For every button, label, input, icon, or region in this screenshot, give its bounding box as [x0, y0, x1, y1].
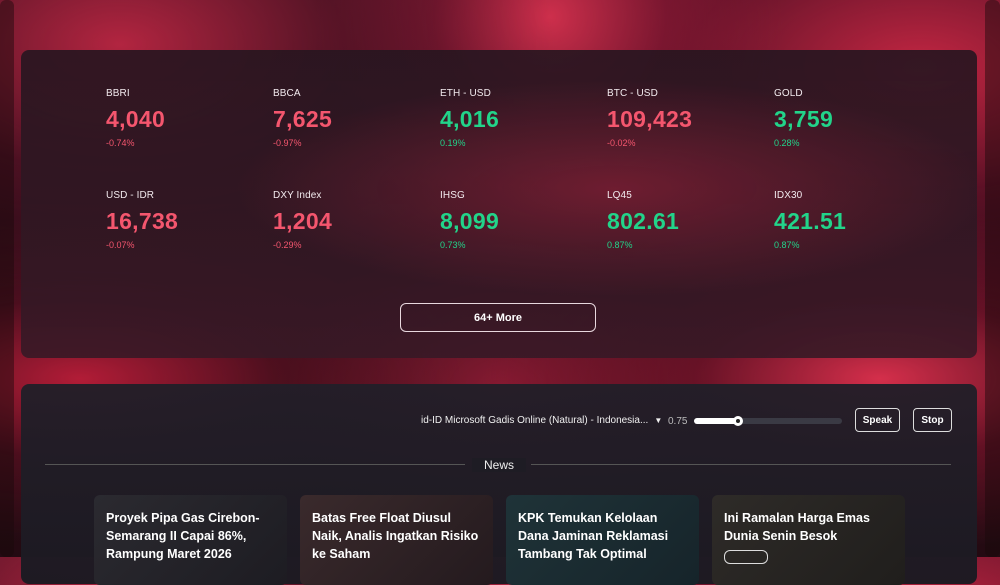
ticker-change: -0.29% [273, 240, 302, 250]
ticker-change: -0.97% [273, 138, 302, 148]
ticker-change: -0.02% [607, 138, 636, 148]
slider-fill [694, 418, 739, 424]
speak-button[interactable]: Speak [855, 408, 900, 432]
ticker-symbol: BBCA [273, 88, 301, 99]
more-tickers-button[interactable]: 64+ More [400, 303, 596, 332]
news-card-badge [724, 550, 768, 564]
ticker-change: -0.07% [106, 240, 135, 250]
ticker-card: ETH - USD 4,016 0.19% [440, 88, 590, 148]
news-card[interactable]: Batas Free Float Diusul Naik, Analis Ing… [300, 495, 493, 585]
ticker-symbol: DXY Index [273, 190, 322, 201]
ticker-card: GOLD 3,759 0.28% [774, 88, 924, 148]
background-tree-trunk [0, 0, 14, 557]
news-card-title: Proyek Pipa Gas Cirebon-Semarang II Capa… [106, 511, 260, 561]
ticker-price: 16,738 [106, 208, 179, 234]
slider-thumb[interactable] [733, 416, 744, 426]
news-card[interactable]: KPK Temukan Kelolaan Dana Jaminan Reklam… [506, 495, 699, 585]
ticker-card: BTC - USD 109,423 -0.02% [607, 88, 757, 148]
news-panel: id-ID Microsoft Gadis Online (Natural) -… [21, 384, 977, 585]
ticker-price: 421.51 [774, 208, 847, 234]
speech-rate-value: 0.75 [668, 416, 688, 427]
news-card-title: KPK Temukan Kelolaan Dana Jaminan Reklam… [518, 511, 669, 561]
ticker-card: LQ45 802.61 0.87% [607, 190, 757, 250]
news-card-title: Batas Free Float Diusul Naik, Analis Ing… [312, 511, 479, 561]
ticker-symbol: BTC - USD [607, 88, 658, 99]
speech-rate-slider[interactable] [694, 416, 842, 426]
ticker-price: 1,204 [273, 208, 333, 234]
ticker-price: 802.61 [607, 208, 680, 234]
ticker-symbol: ETH - USD [440, 88, 491, 99]
ticker-change: 0.28% [774, 138, 800, 148]
ticker-card: DXY Index 1,204 -0.29% [273, 190, 423, 250]
voice-select[interactable]: id-ID Microsoft Gadis Online (Natural) -… [421, 415, 662, 426]
ticker-symbol: IHSG [440, 190, 465, 201]
ticker-price: 109,423 [607, 106, 693, 132]
ticker-change: 0.87% [607, 240, 633, 250]
stop-button[interactable]: Stop [913, 408, 952, 432]
ticker-change: 0.19% [440, 138, 466, 148]
ticker-change: -0.74% [106, 138, 135, 148]
background-tree-trunk [985, 0, 1000, 557]
ticker-price: 4,016 [440, 106, 500, 132]
caret-down-icon: ▼ [654, 416, 663, 425]
ticker-symbol: GOLD [774, 88, 803, 99]
news-card[interactable]: Proyek Pipa Gas Cirebon-Semarang II Capa… [94, 495, 287, 585]
ticker-symbol: IDX30 [774, 190, 803, 201]
news-card[interactable]: Ini Ramalan Harga Emas Dunia Senin Besok [712, 495, 905, 585]
ticker-price: 8,099 [440, 208, 500, 234]
ticker-card: BBCA 7,625 -0.97% [273, 88, 423, 148]
ticker-card: USD - IDR 16,738 -0.07% [106, 190, 256, 250]
ticker-panel: BBRI 4,040 -0.74% BBCA 7,625 -0.97% ETH - USD 4… [21, 50, 977, 358]
news-card-title: Ini Ramalan Harga Emas Dunia Senin Besok [724, 511, 870, 543]
ticker-card: IDX30 421.51 0.87% [774, 190, 924, 250]
ticker-price: 4,040 [106, 106, 166, 132]
ticker-symbol: BBRI [106, 88, 130, 99]
ticker-symbol: USD - IDR [106, 190, 155, 201]
ticker-change: 0.73% [440, 240, 466, 250]
ticker-card: IHSG 8,099 0.73% [440, 190, 590, 250]
news-section-title: News [21, 458, 977, 472]
ticker-card: BBRI 4,040 -0.74% [106, 88, 256, 148]
ticker-price: 3,759 [774, 106, 834, 132]
voice-select-value: id-ID Microsoft Gadis Online (Natural) -… [421, 415, 649, 426]
ticker-symbol: LQ45 [607, 190, 632, 201]
ticker-price: 7,625 [273, 106, 333, 132]
ticker-change: 0.87% [774, 240, 800, 250]
